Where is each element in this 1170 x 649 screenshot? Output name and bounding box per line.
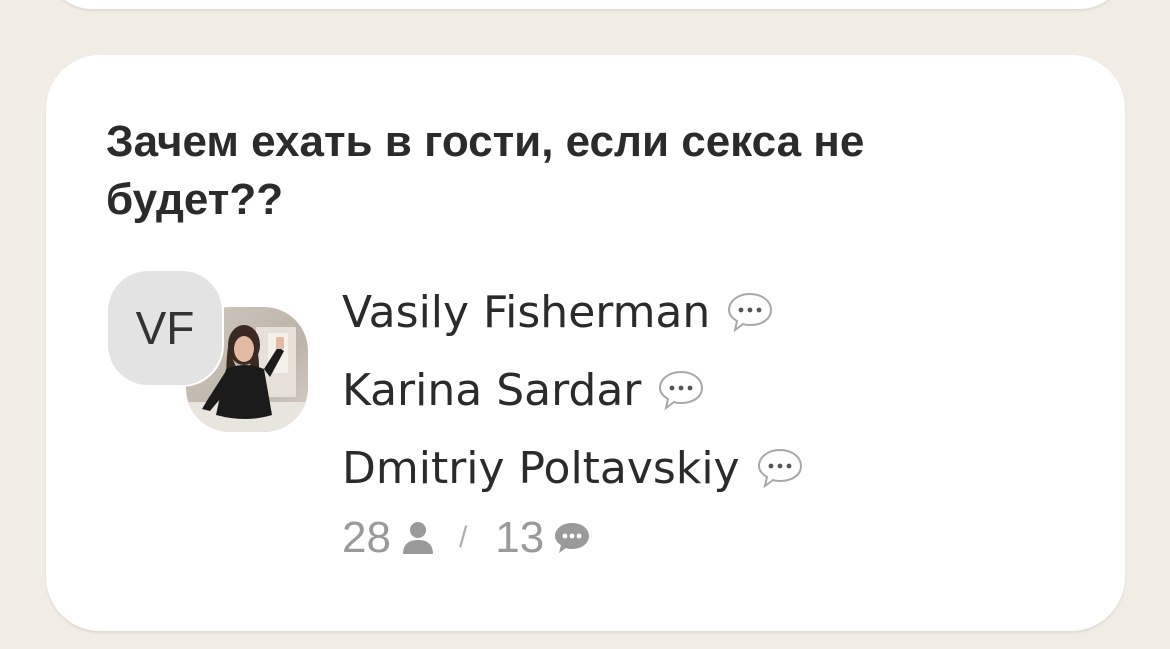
speaker-name: Karina Sardar (342, 364, 642, 416)
speaker-item[interactable]: Vasily Fisherman (342, 273, 804, 351)
person-icon (402, 522, 433, 554)
speech-bubble-icon (728, 292, 773, 333)
speaker-count: 13 (495, 513, 545, 562)
room-card[interactable]: Зачем ехать в гости, если секса не будет… (46, 55, 1125, 631)
avatar-initials[interactable]: VF (106, 269, 224, 387)
speaker-list: Vasily Fisherman Karina Sardar Dmitriy P… (342, 273, 804, 507)
avatar-initials-text: VF (135, 302, 195, 354)
listener-count: 28 (342, 513, 391, 562)
speech-bubble-icon (757, 448, 802, 489)
chat-bubble-icon (555, 523, 590, 553)
room-stats: 28 / 13 (342, 513, 590, 563)
previous-room-card[interactable] (46, 0, 1126, 9)
speaker-item[interactable]: Karina Sardar (342, 351, 804, 429)
stats-separator: / (458, 521, 468, 554)
speaker-item[interactable]: Dmitriy Poltavskiy (342, 429, 804, 507)
speaker-name: Dmitriy Poltavskiy (342, 442, 740, 494)
speech-bubble-icon (659, 370, 704, 411)
speaker-name: Vasily Fisherman (342, 286, 711, 338)
room-title: Зачем ехать в гости, если секса не будет… (106, 117, 865, 224)
